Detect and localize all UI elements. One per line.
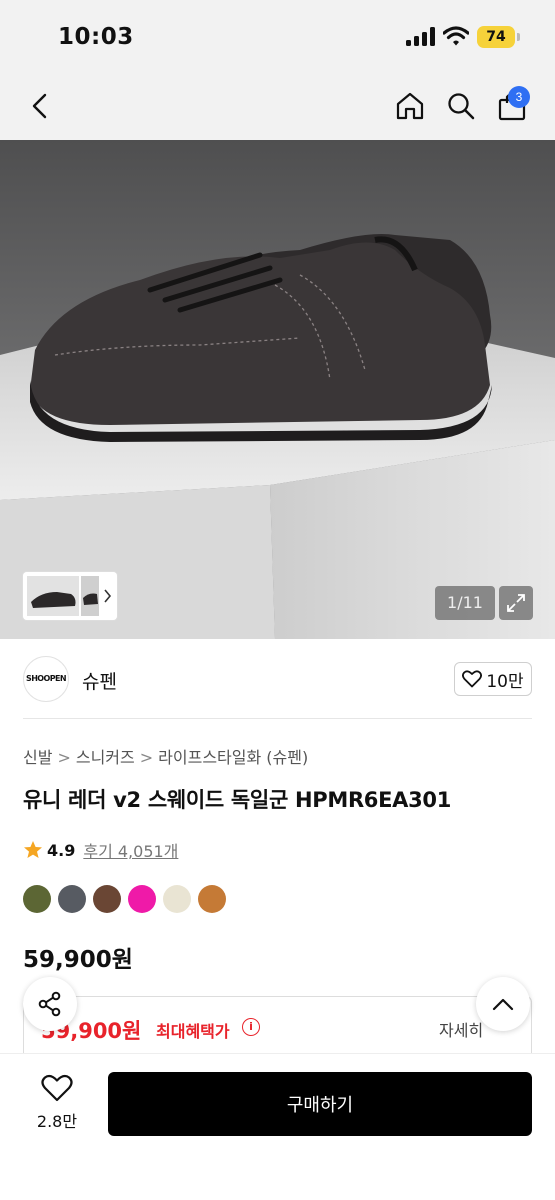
color-swatch-brown[interactable] [93, 885, 121, 913]
product-image[interactable] [0, 140, 555, 639]
rating: 4.9 후기 4,051개 [23, 838, 178, 862]
review-count-link[interactable]: 후기 4,051개 [83, 838, 178, 862]
color-swatch-tan[interactable] [198, 885, 226, 913]
color-swatch-olive[interactable] [23, 885, 51, 913]
wishlist-button[interactable]: 2.8만 [22, 1074, 92, 1132]
star-icon [24, 841, 42, 858]
image-counter: 1/11 [435, 586, 495, 620]
breadcrumb-item[interactable]: 라이프스타일화 (슈펜) [158, 748, 308, 767]
breadcrumb-item[interactable]: 스니커즈 [76, 748, 135, 767]
benefit-detail-link[interactable]: 자세히 [439, 1017, 483, 1041]
breadcrumb-item[interactable]: 신발 [23, 748, 52, 767]
product-title: 유니 레더 v2 스웨이드 독일군 HPMR6EA301 [23, 788, 452, 812]
home-button[interactable] [390, 86, 430, 126]
breadcrumb-chevron-icon: > [139, 748, 154, 767]
heart-icon [41, 1074, 73, 1102]
info-icon[interactable]: i [242, 1018, 260, 1036]
brand-logo[interactable]: SHOOPEN [23, 656, 69, 702]
thumbnail-strip[interactable] [23, 572, 117, 620]
brand-like-button[interactable]: 10만 [454, 662, 532, 696]
color-swatch-cream[interactable] [163, 885, 191, 913]
scroll-top-button[interactable] [476, 977, 530, 1031]
breadcrumb-chevron-icon: > [57, 748, 71, 767]
sneaker-photo [0, 140, 555, 639]
color-swatch-charcoal[interactable] [58, 885, 86, 913]
back-button[interactable] [20, 86, 60, 126]
chevron-up-icon [492, 998, 514, 1011]
color-swatches [23, 885, 226, 913]
status-bar: 10:03 74 [0, 0, 555, 74]
chevron-left-icon [32, 93, 47, 119]
brand-like-count: 10만 [486, 671, 524, 692]
cart-count-badge: 3 [508, 86, 530, 108]
thumbnail-image [23, 572, 117, 620]
product-price: 59,900원 [23, 947, 133, 973]
rating-score: 4.9 [47, 840, 76, 860]
wifi-icon [443, 26, 469, 46]
brand-row: SHOOPEN 슈펜 10만 [0, 639, 555, 719]
color-swatch-pink[interactable] [128, 885, 156, 913]
benefit-label: 최대혜택가 [156, 1022, 230, 1041]
heart-icon [462, 670, 483, 688]
expand-icon [507, 594, 525, 612]
brand-name[interactable]: 슈펜 [82, 667, 117, 694]
search-icon [448, 93, 475, 120]
expand-image-button[interactable] [499, 586, 533, 620]
battery-indicator: 74 [477, 26, 520, 48]
product-page: 10:03 74 3 1/11 SHOOPEN 슈펜 10만 신발 > 스니커즈… [0, 0, 555, 1200]
wishlist-count: 2.8만 [36, 1112, 78, 1131]
buy-button[interactable]: 구매하기 [108, 1072, 532, 1136]
home-icon [396, 92, 424, 120]
divider [23, 718, 532, 719]
status-time: 10:03 [58, 24, 134, 50]
share-button[interactable] [23, 977, 77, 1031]
search-button[interactable] [441, 86, 481, 126]
top-nav [0, 74, 555, 140]
signal-icon [406, 27, 436, 46]
share-icon [38, 991, 61, 1017]
bottom-action-bar: 2.8만 구매하기 [0, 1053, 555, 1200]
breadcrumb: 신발 > 스니커즈 > 라이프스타일화 (슈펜) [23, 744, 308, 768]
